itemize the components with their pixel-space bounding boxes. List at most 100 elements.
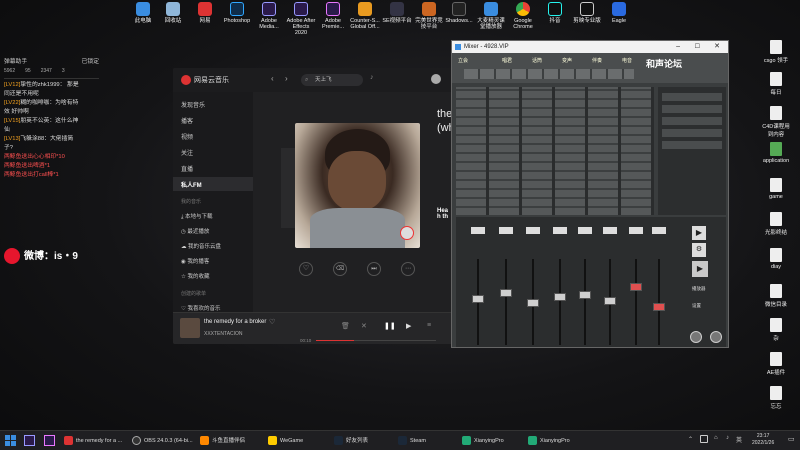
- fader-knob[interactable]: [604, 297, 616, 306]
- fader-knob[interactable]: [579, 291, 591, 299]
- desktop-file[interactable]: game: [761, 178, 791, 200]
- taskbar-item-obs[interactable]: OBS 24.0.3 (64-bi...: [132, 434, 194, 448]
- tray-battery-icon[interactable]: [700, 435, 708, 443]
- like-icon[interactable]: ♡: [269, 318, 275, 326]
- mute-button[interactable]: [553, 227, 567, 234]
- mute-button[interactable]: [578, 227, 592, 234]
- play-overlay-button[interactable]: [400, 226, 414, 240]
- search-input[interactable]: ⌕ 天上飞: [301, 74, 363, 86]
- trash-icon[interactable]: 🗑: [341, 322, 350, 330]
- sidebar-item-recent[interactable]: ◷ 最近播放: [181, 227, 209, 235]
- sidebar-item-my-podcast[interactable]: ◉ 我的播客: [181, 257, 209, 265]
- next-button[interactable]: ⏭: [367, 262, 381, 276]
- taskbar-item-friends[interactable]: 好友列表: [334, 434, 394, 448]
- desktop-file[interactable]: 杂: [761, 318, 791, 342]
- taskbar-pr-icon[interactable]: [44, 435, 55, 446]
- routing-matrix[interactable]: [456, 87, 654, 215]
- tray-chevron-icon[interactable]: ⌃: [688, 436, 693, 443]
- progress-bar[interactable]: [316, 340, 436, 341]
- mute-button[interactable]: [603, 227, 617, 234]
- fader-knob[interactable]: [472, 295, 484, 303]
- taskbar-item-netease[interactable]: the remedy for a ...: [64, 434, 124, 448]
- mixer-tab[interactable]: 立会: [458, 57, 468, 64]
- minimize-button[interactable]: –: [676, 41, 680, 53]
- mixer-knob[interactable]: [710, 331, 722, 343]
- desktop-file[interactable]: 光影终结: [761, 212, 791, 236]
- desktop-icon-player[interactable]: 大麦精灵课堂播放器: [476, 2, 506, 30]
- mixer-tab[interactable]: 电音: [622, 57, 632, 64]
- like-button[interactable]: ♡: [299, 262, 313, 276]
- desktop-file[interactable]: 忘忘: [761, 386, 791, 410]
- lyrics-icon[interactable]: ≡: [427, 322, 431, 329]
- tray-clock[interactable]: 23:17 2022/1/26: [752, 433, 774, 447]
- now-playing-thumb[interactable]: [180, 318, 200, 338]
- mixer-tab[interactable]: 唱君: [502, 57, 512, 64]
- mixer-option[interactable]: [662, 93, 722, 101]
- desktop-file[interactable]: 微信目录: [761, 284, 791, 308]
- sidebar-item-live[interactable]: 直播: [181, 164, 193, 173]
- forward-arrow-icon[interactable]: ›: [285, 74, 288, 83]
- avatar[interactable]: [431, 74, 441, 84]
- desktop-icon-douyin[interactable]: 抖音: [540, 2, 570, 24]
- sidebar-item-local[interactable]: ⤓ 本地与下载: [181, 212, 212, 221]
- mixer-tab[interactable]: 伴奏: [592, 57, 602, 64]
- dislike-icon[interactable]: ✕: [361, 322, 367, 330]
- mixer-option[interactable]: [662, 117, 722, 125]
- sidebar-item-liked[interactable]: ♡ 我喜欢的音乐: [181, 304, 220, 312]
- mute-button[interactable]: [652, 227, 666, 234]
- desktop-icon-premiere[interactable]: Adobe Premie...: [318, 2, 348, 30]
- desktop-icon-this-pc[interactable]: 此电脑: [128, 2, 158, 24]
- delete-button[interactable]: ⌫: [333, 262, 347, 276]
- desktop-file[interactable]: C4D课程用到内容: [761, 106, 791, 138]
- notification-icon[interactable]: ▭: [788, 435, 795, 443]
- mixer-tab[interactable]: 话筒: [532, 57, 542, 64]
- desktop-icon-netease[interactable]: 网易: [190, 2, 220, 24]
- desktop-file[interactable]: 每日: [761, 72, 791, 96]
- fader-knob[interactable]: [630, 283, 642, 291]
- fader-track[interactable]: [559, 259, 561, 345]
- fader-track[interactable]: [584, 259, 586, 345]
- chat-lock-status[interactable]: 已锁定: [82, 58, 99, 67]
- mixer-knob[interactable]: [690, 331, 702, 343]
- taskbar-item-wegame[interactable]: WeGame: [268, 434, 328, 448]
- desktop-icon-csgo[interactable]: Counter-S... Global Off...: [350, 2, 380, 30]
- taskbar-item-xianying-2[interactable]: XianyingPro: [528, 434, 588, 448]
- taskbar-item-xianying[interactable]: XianyingPro: [462, 434, 522, 448]
- mute-button[interactable]: [526, 227, 540, 234]
- fader-track[interactable]: [658, 259, 660, 345]
- mic-icon[interactable]: ♪: [370, 74, 374, 81]
- fader-knob[interactable]: [554, 292, 566, 301]
- more-button[interactable]: ⋯: [401, 262, 415, 276]
- fader-track[interactable]: [505, 259, 507, 345]
- tray-ime-icon[interactable]: 英: [736, 435, 742, 444]
- mixer-top-controls[interactable]: [464, 69, 634, 79]
- fader-knob[interactable]: [653, 303, 665, 311]
- desktop-icon-jianying[interactable]: 剪映专业版: [572, 2, 602, 24]
- mute-button[interactable]: [471, 227, 485, 234]
- desktop-icon-se[interactable]: SE视频平台: [382, 2, 412, 24]
- desktop-icon-eagle[interactable]: Eagle: [604, 2, 634, 24]
- desktop-icon-chrome[interactable]: Google Chrome: [508, 2, 538, 30]
- now-playing-artist[interactable]: XXXTENTACION: [204, 331, 243, 337]
- desktop-icon-recycle-bin[interactable]: 回收站: [158, 2, 188, 24]
- tray-network-icon[interactable]: ⌂: [714, 435, 718, 441]
- desktop-icon-after-effects[interactable]: Adobe After Effects 2020: [286, 2, 316, 36]
- mixer-play-button[interactable]: ▶: [692, 226, 706, 240]
- sidebar-item-podcast[interactable]: 播客: [181, 116, 193, 125]
- sidebar-item-fm[interactable]: 私人FM: [181, 180, 202, 189]
- desktop-icon-photoshop[interactable]: Photoshop: [222, 2, 252, 24]
- mute-button[interactable]: [629, 227, 643, 234]
- mixer-large-play-button[interactable]: ▶: [692, 261, 708, 277]
- mixer-tab[interactable]: 变声: [562, 57, 572, 64]
- pause-icon[interactable]: ❚❚: [384, 322, 396, 330]
- desktop-icon-shadows[interactable]: Shadows...: [444, 2, 474, 24]
- desktop-icon-media-encoder[interactable]: Adobe Media...: [254, 2, 284, 30]
- fader-knob[interactable]: [500, 289, 512, 298]
- fader-knob[interactable]: [527, 299, 539, 307]
- start-windows-icon[interactable]: [5, 435, 16, 446]
- sidebar-item-collection[interactable]: ☆ 我的收藏: [181, 272, 209, 280]
- mixer-option[interactable]: [662, 105, 722, 113]
- next-icon[interactable]: ▶: [406, 322, 411, 330]
- desktop-file[interactable]: AE插件: [761, 352, 791, 376]
- sidebar-item-video[interactable]: 视频: [181, 132, 193, 141]
